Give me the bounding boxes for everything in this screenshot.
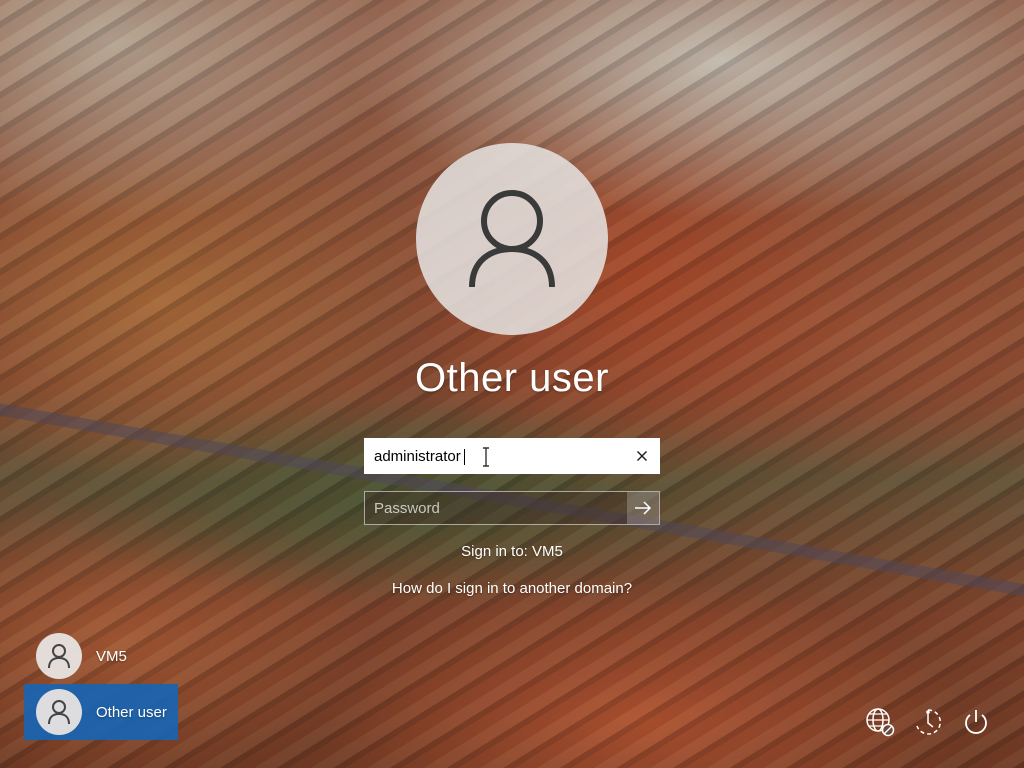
clear-username-button[interactable] xyxy=(625,439,659,473)
submit-button[interactable] xyxy=(627,492,659,524)
person-icon xyxy=(48,644,70,669)
password-field[interactable] xyxy=(364,491,660,525)
avatar xyxy=(36,633,82,679)
user-tile-label: Other user xyxy=(96,703,167,721)
ease-of-access-icon xyxy=(916,709,942,735)
domain-help-link[interactable]: How do I sign in to another domain? xyxy=(0,580,1024,597)
close-icon xyxy=(636,450,648,462)
arrow-right-icon xyxy=(635,501,652,515)
power-icon xyxy=(965,710,987,734)
username-input[interactable] xyxy=(365,439,629,473)
ibeam-cursor-icon xyxy=(483,447,489,467)
power-button[interactable] xyxy=(958,704,994,740)
account-title: Other user xyxy=(415,356,609,400)
user-avatar-large xyxy=(416,143,608,335)
network-icon xyxy=(866,708,895,737)
user-tile-label: VM5 xyxy=(96,647,127,665)
person-icon xyxy=(48,700,70,725)
avatar xyxy=(36,689,82,735)
sign-in-target: Sign in to: VM5 xyxy=(461,543,563,560)
text-caret xyxy=(464,449,465,465)
network-button[interactable] xyxy=(862,704,898,740)
username-field[interactable] xyxy=(364,438,660,474)
user-tile-other-user[interactable]: Other user xyxy=(24,684,178,740)
user-tile-vm5[interactable]: VM5 xyxy=(24,628,178,684)
ease-of-access-button[interactable] xyxy=(910,704,946,740)
person-icon xyxy=(469,190,555,288)
password-input[interactable] xyxy=(365,492,627,524)
